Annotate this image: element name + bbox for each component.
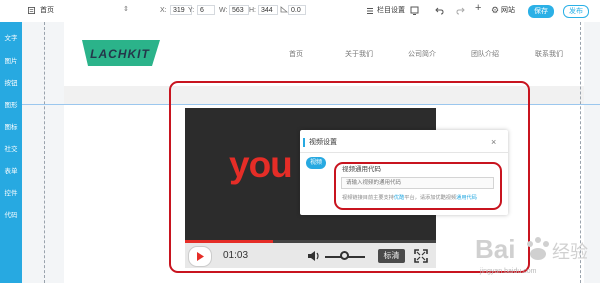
sidebar-item-form[interactable]: 表单 bbox=[0, 168, 22, 176]
device-icon[interactable] bbox=[410, 6, 419, 15]
sidebar-item-text[interactable]: 文字 bbox=[0, 35, 22, 43]
page-icon bbox=[28, 7, 35, 14]
website-button[interactable]: 网站 bbox=[501, 7, 515, 15]
guide-line-left bbox=[44, 22, 45, 283]
sidebar-item-social[interactable]: 社交 bbox=[0, 146, 22, 154]
watermark-url: jingyan.baidu.com bbox=[480, 268, 537, 275]
rotate-icon bbox=[280, 6, 288, 13]
column-settings-button[interactable]: 栏目设置 bbox=[377, 7, 405, 15]
logo-text: LACHKIT bbox=[90, 47, 150, 61]
nav-item-contact[interactable]: 联系我们 bbox=[535, 51, 563, 59]
sidebar-item-image[interactable]: 图片 bbox=[0, 58, 22, 66]
sidebar-item-code[interactable]: 代码 bbox=[0, 212, 22, 220]
sidebar-item-control[interactable]: 控件 bbox=[0, 190, 22, 198]
w-input[interactable]: 563 bbox=[229, 5, 249, 15]
publish-button[interactable]: 发布 bbox=[563, 5, 589, 18]
sidebar-item-icon[interactable]: 图标 bbox=[0, 124, 22, 132]
y-label: Y: bbox=[188, 7, 195, 14]
h-label: H: bbox=[249, 7, 256, 14]
undo-icon[interactable] bbox=[435, 6, 444, 15]
rotation-input[interactable]: 0.0 bbox=[288, 5, 306, 15]
nav-item-about[interactable]: 关于我们 bbox=[345, 51, 373, 59]
svg-text:经验: 经验 bbox=[552, 242, 588, 262]
gear-icon[interactable]: ⚙ bbox=[491, 6, 499, 15]
x-label: X: bbox=[160, 7, 167, 14]
h-input[interactable]: 344 bbox=[258, 5, 278, 15]
nav-item-home[interactable]: 首页 bbox=[289, 51, 303, 59]
svg-text:Bai: Bai bbox=[475, 234, 515, 264]
sidebar-item-button[interactable]: 按钮 bbox=[0, 80, 22, 88]
add-icon[interactable]: + bbox=[475, 3, 481, 14]
sidebar-item-shape[interactable]: 图形 bbox=[0, 102, 22, 110]
column-settings-icon bbox=[367, 8, 373, 14]
top-toolbar: 首页 ⇕ X: 319 Y: 6 W: 563 H: 344 0.0 栏目设置 … bbox=[0, 0, 600, 23]
w-label: W: bbox=[219, 7, 228, 14]
nav-item-team[interactable]: 团队介绍 bbox=[471, 51, 499, 59]
page-dropdown-icon[interactable]: ⇕ bbox=[123, 6, 129, 14]
save-button[interactable]: 保存 bbox=[528, 5, 554, 18]
page-selector[interactable]: 首页 bbox=[40, 7, 54, 15]
redo-icon[interactable] bbox=[456, 6, 465, 15]
annotation-highlight-inner bbox=[334, 162, 502, 210]
nav-item-company[interactable]: 公司简介 bbox=[408, 51, 436, 59]
y-input[interactable]: 6 bbox=[197, 5, 215, 15]
site-logo[interactable]: LACHKIT bbox=[82, 40, 160, 66]
